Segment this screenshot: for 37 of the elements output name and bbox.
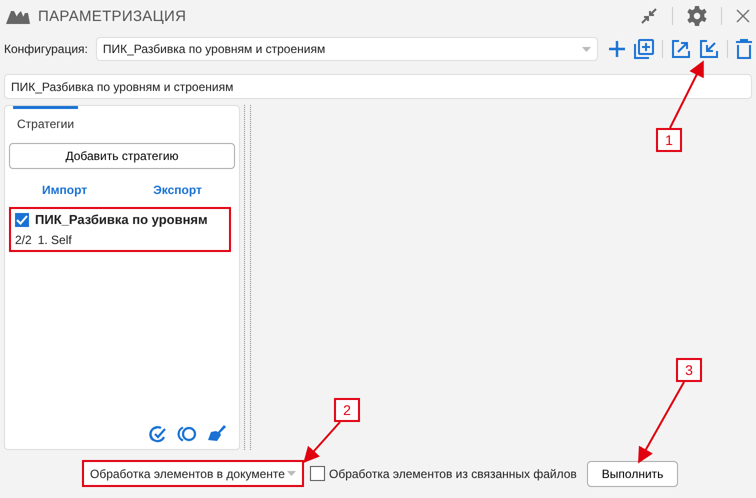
splitter[interactable]: [244, 105, 251, 450]
caret-icon: [287, 471, 296, 476]
window-title: ПАРАМЕТРИЗАЦИЯ: [38, 8, 188, 24]
strategy-count: 2/2: [15, 233, 32, 247]
add-strategy-button[interactable]: Добавить стратегию: [9, 143, 235, 169]
close-icon[interactable]: [736, 9, 750, 23]
configuration-label: Конфигурация:: [4, 42, 88, 56]
annotation-arrow: [303, 421, 341, 463]
add-icon[interactable]: [608, 40, 626, 58]
annotation-arrow: [669, 60, 704, 128]
checkbox[interactable]: [15, 212, 29, 226]
name-field[interactable]: ПИК_Разбивка по уровням и строениям: [4, 74, 752, 99]
strategy-item[interactable]: ПИК_Разбивка по уровням 2/2 1. Self: [9, 207, 231, 252]
scope-dropdown[interactable]: Обработка элементов в документе: [82, 460, 304, 487]
delete-icon[interactable]: [736, 39, 752, 59]
export-icon[interactable]: [671, 39, 691, 59]
run-button[interactable]: Выполнить: [586, 460, 678, 486]
link[interactable]: Экспорт: [153, 183, 202, 197]
strategy-title: ПИК_Разбивка по уровням: [35, 212, 208, 227]
configuration-dropdown[interactable]: ПИК_Разбивка по уровням и строениям: [96, 37, 598, 61]
duplicate-icon[interactable]: [634, 39, 654, 59]
settings-icon[interactable]: [687, 6, 707, 26]
callout-number: 1: [656, 128, 682, 152]
strategy-step: 1. Self: [38, 233, 72, 247]
caret-icon: [582, 46, 591, 52]
checkbox[interactable]: [310, 466, 325, 481]
panel-tab[interactable]: Стратегии: [13, 106, 78, 135]
broom-icon[interactable]: [207, 425, 227, 443]
callout-number: 2: [334, 398, 360, 422]
link[interactable]: Импорт: [42, 183, 88, 197]
checkbox-label: Обработка элементов из связанных файлов: [329, 466, 577, 480]
uncheck-all-icon[interactable]: [177, 425, 197, 443]
collapse-icon[interactable]: [640, 7, 658, 25]
check-all-icon[interactable]: [147, 425, 167, 443]
callout-number: 3: [676, 358, 702, 382]
logo-icon: [6, 8, 30, 24]
import-icon[interactable]: [699, 39, 719, 59]
